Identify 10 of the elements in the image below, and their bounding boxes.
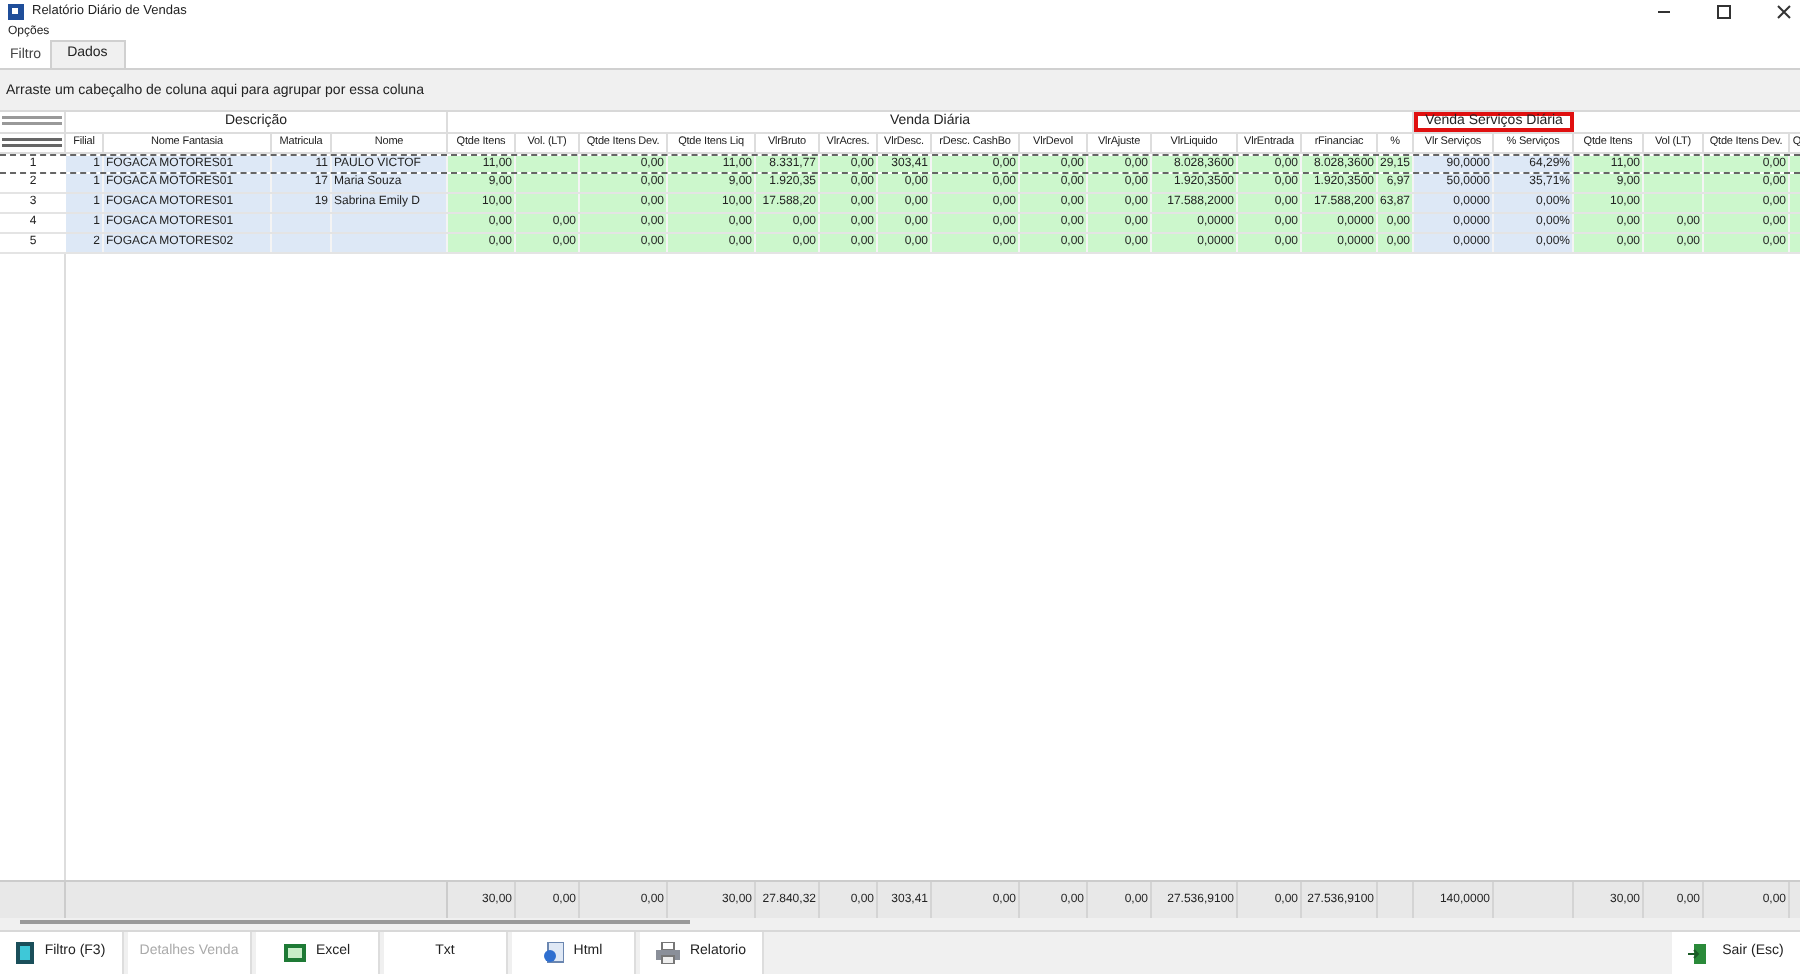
film-icon: [16, 942, 35, 964]
close-icon[interactable]: [1776, 4, 1792, 20]
maximize-icon[interactable]: [1716, 4, 1732, 20]
lines-icon: [2, 116, 62, 128]
lines-icon: [2, 137, 62, 149]
exit-icon: [1688, 943, 1707, 963]
printer-icon: [655, 942, 680, 964]
document-icon: [543, 942, 564, 964]
scrollbar[interactable]: [20, 919, 690, 923]
spreadsheet-icon: [283, 944, 306, 962]
